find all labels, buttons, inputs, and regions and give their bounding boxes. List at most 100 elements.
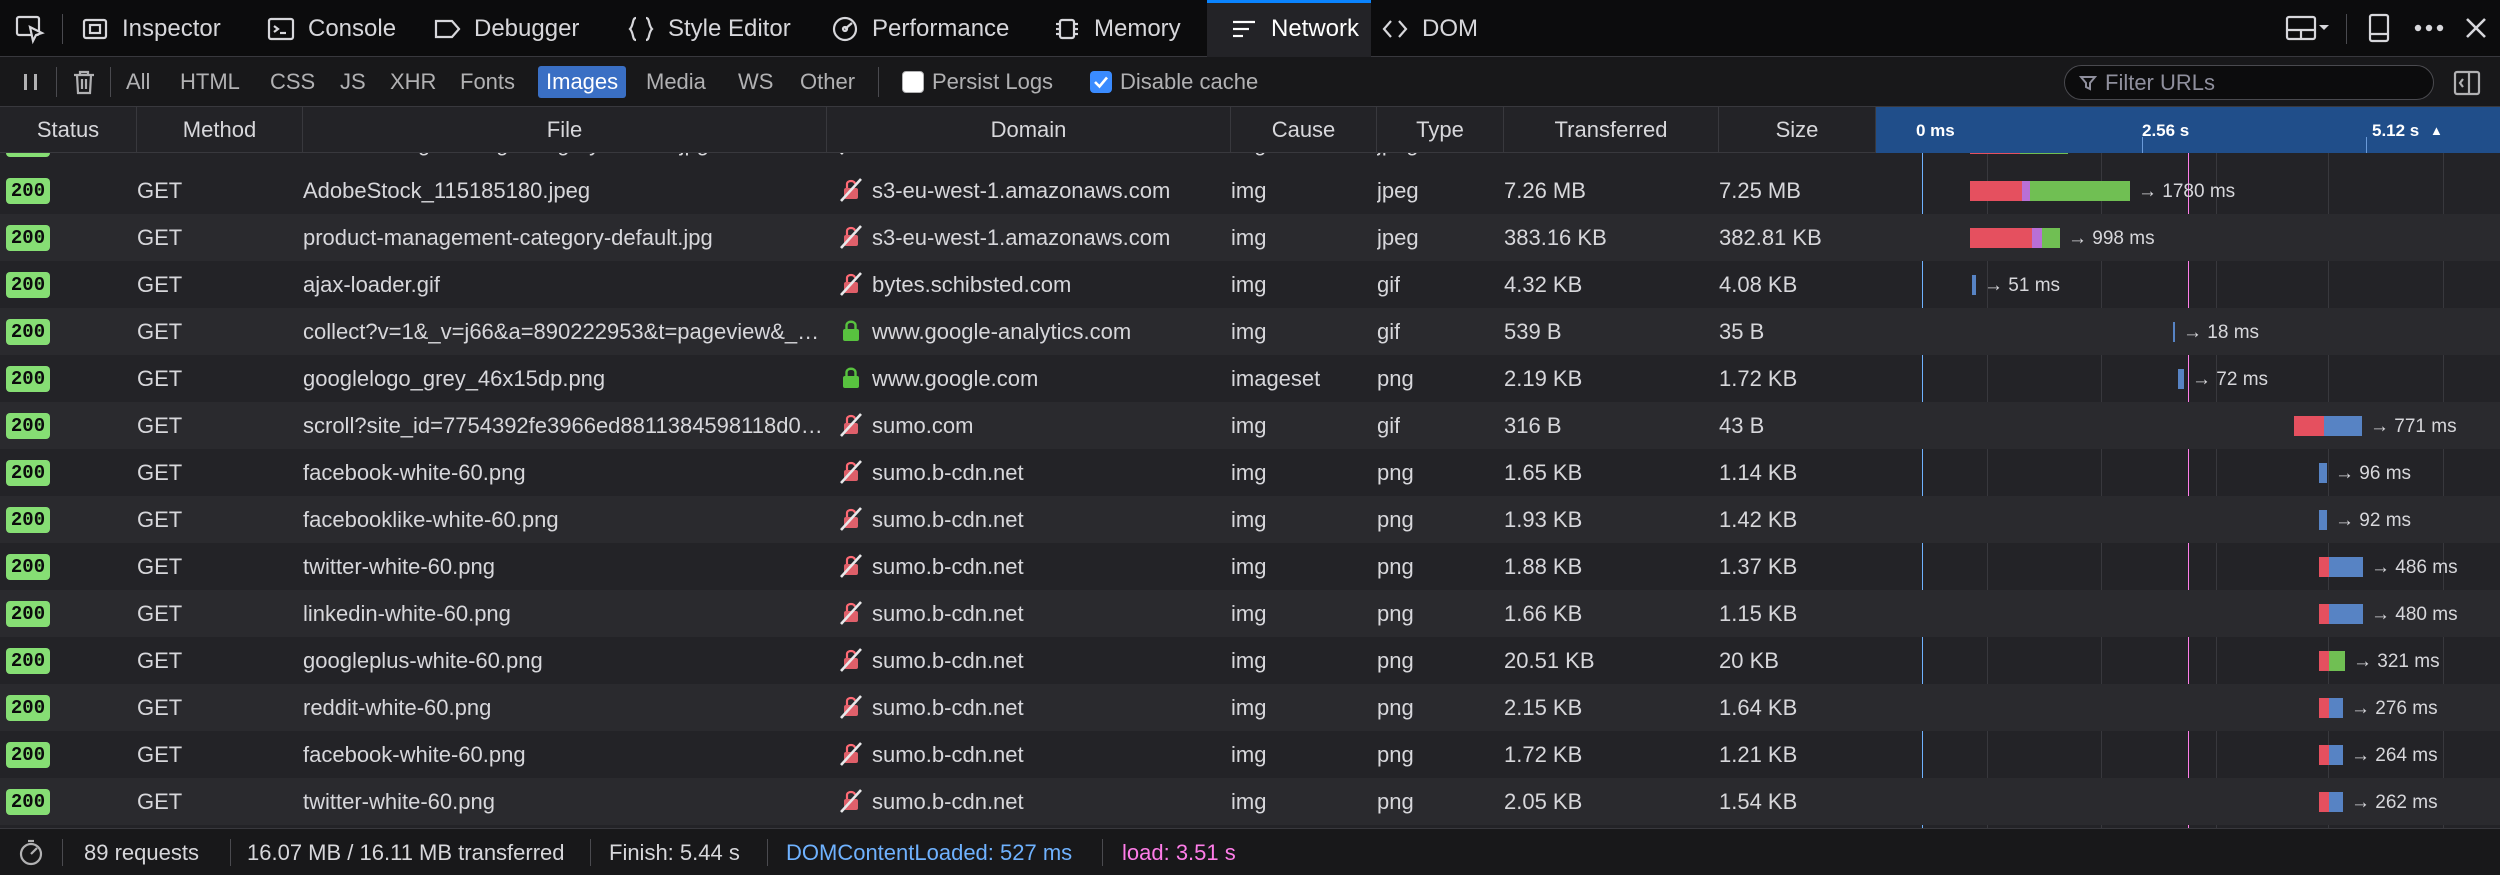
pause-recording-button[interactable]	[18, 69, 44, 100]
load-time: load: 3.51 s	[1122, 840, 1236, 865]
request-method: GET	[137, 554, 183, 579]
column-header-type[interactable]: Type	[1377, 107, 1504, 153]
divider	[590, 839, 591, 866]
tab-debugger[interactable]: Debugger	[432, 0, 602, 57]
column-header-method[interactable]: Method	[137, 107, 303, 153]
filter-html-button[interactable]: HTML	[172, 66, 248, 98]
tab-console[interactable]: Console	[266, 0, 416, 57]
insecure-lock-icon	[838, 788, 864, 814]
timing-segment	[1970, 181, 2022, 201]
request-row[interactable]: 200 GET twitter-white-60.png sumo.b-cdn.net…	[0, 543, 2500, 590]
filter-xhr-button[interactable]: XHR	[382, 66, 444, 98]
column-header-domain[interactable]: Domain	[827, 107, 1231, 153]
tab-label: Network	[1271, 14, 1360, 42]
trash-icon	[74, 70, 94, 95]
request-row[interactable]: 200 GET collect?v=1&_v=j66&a=890222953&t=p…	[0, 308, 2500, 355]
stopwatch-icon	[19, 839, 43, 866]
request-cause: img	[1231, 178, 1267, 203]
column-header-waterfall[interactable]: 0 ms 2.56 s 5.12 s ▲	[1876, 107, 2500, 153]
clear-button[interactable]	[70, 68, 98, 101]
request-row[interactable]: 200 GET googlelogo_grey_46x15dp.png www.goo…	[0, 355, 2500, 402]
disable-cache-checkbox[interactable]	[1090, 71, 1112, 93]
element-picker-button[interactable]	[14, 13, 46, 45]
insecure-lock-icon	[838, 741, 864, 767]
tab-style-editor[interactable]: Style Editor	[626, 0, 826, 57]
request-row[interactable]: 200 GET scroll?site_id=7754392fe3966ed8811…	[0, 402, 2500, 449]
waterfall-total-time: → 96 ms	[2335, 463, 2412, 484]
timing-segment	[2173, 322, 2175, 342]
filter-fonts-button[interactable]: Fonts	[452, 66, 523, 98]
filter-all-button[interactable]: All	[118, 66, 158, 98]
filter-media-button[interactable]: Media	[638, 66, 714, 98]
filter-images-button[interactable]: Images	[538, 66, 627, 98]
request-method: GET	[137, 225, 183, 250]
tab-network[interactable]: Network	[1207, 0, 1371, 57]
request-size: 43 B	[1719, 413, 1765, 438]
tab-inspector[interactable]: Inspector	[80, 0, 250, 57]
request-row[interactable]: 200 GET facebook-white-60.png sumo.b-cdn.ne…	[0, 449, 2500, 496]
request-method: GET	[137, 319, 183, 344]
insecure-lock-icon	[838, 153, 864, 156]
request-file: AdobeStock_115185180.jpeg	[303, 178, 591, 203]
request-method: GET	[137, 153, 182, 167]
status-badge: 200	[6, 789, 50, 815]
request-domain: sumo.b-cdn.net	[872, 601, 1024, 626]
persist-logs-checkbox[interactable]	[902, 71, 924, 93]
dom-content-loaded-time: DOMContentLoaded: 527 ms	[786, 840, 1073, 865]
request-transferred: 2.19 KB	[1504, 366, 1583, 391]
tab-label: Debugger	[474, 14, 580, 42]
dock-layout-icon	[2285, 15, 2329, 41]
timing-segment	[2032, 228, 2042, 248]
waterfall-total-time: → 1780 ms	[2138, 181, 2236, 202]
request-method: GET	[137, 648, 183, 673]
waterfall-total-time: → 998 ms	[2068, 228, 2155, 249]
responsive-design-button[interactable]	[2364, 12, 2394, 49]
performance-analysis-button[interactable]	[16, 838, 46, 874]
filter-ws-button[interactable]: WS	[730, 66, 781, 98]
tab-label: Style Editor	[668, 14, 791, 42]
close-toolbox-button[interactable]	[2460, 12, 2492, 49]
column-header-transferred[interactable]: Transferred	[1504, 107, 1719, 153]
filter-urls-input[interactable]	[2105, 68, 2425, 98]
request-size: 1.42 KB	[1719, 507, 1798, 532]
request-row[interactable]: 200 GET reddit-white-60.png sumo.b-cdn.net i…	[0, 684, 2500, 731]
timing-segment	[2178, 369, 2184, 389]
request-count: 89 requests	[84, 840, 199, 865]
request-file: scroll?site_id=7754392fe3966ed8811384598…	[303, 413, 823, 438]
dock-options-button[interactable]	[2284, 12, 2330, 49]
tab-performance[interactable]: Performance	[830, 0, 1052, 57]
filter-other-button[interactable]: Other	[792, 66, 863, 98]
waterfall-total-time: → 18 ms	[2183, 322, 2260, 343]
request-method: GET	[137, 272, 183, 297]
timing-segment	[2020, 153, 2068, 154]
request-transferred: 1.88 KB	[1504, 554, 1583, 579]
request-row[interactable]: 200 GET facebook-white-60.png sumo.b-cdn.ne…	[0, 731, 2500, 778]
request-row[interactable]: 200 GET linkedin-white-60.png sumo.b-cdn.ne…	[0, 590, 2500, 637]
tab-dom[interactable]: DOM	[1380, 0, 1490, 57]
request-row[interactable]: 200 GET ajax-loader.gif bytes.schibsted.com…	[0, 261, 2500, 308]
request-row[interactable]: 200 GET facebooklike-white-60.png sumo.b-cd…	[0, 496, 2500, 543]
column-header-size[interactable]: Size	[1719, 107, 1876, 153]
column-header-cause[interactable]: Cause	[1231, 107, 1377, 153]
request-transferred: 2.05 KB	[1504, 789, 1583, 814]
request-type: gif	[1377, 319, 1401, 344]
toggle-sidebar-button[interactable]	[2452, 68, 2482, 103]
column-header-status[interactable]: Status	[0, 107, 137, 153]
request-file: googlelogo_grey_46x15dp.png	[303, 366, 606, 391]
filter-js-button[interactable]: JS	[332, 66, 374, 98]
waterfall-bar	[2319, 510, 2327, 530]
more-options-button[interactable]	[2412, 12, 2446, 49]
request-row[interactable]: 200 GET AdobeStock_115185180.jpeg s3-eu-wes…	[0, 167, 2500, 214]
column-header-file[interactable]: File	[303, 107, 827, 153]
tab-memory[interactable]: Memory	[1052, 0, 1198, 57]
request-row[interactable]: 200 GET software-engineering-category-defa…	[0, 153, 2500, 167]
request-row[interactable]: 200 GET googleplus-white-60.png sumo.b-cdn.…	[0, 637, 2500, 684]
request-method: GET	[137, 507, 183, 532]
filter-css-button[interactable]: CSS	[262, 66, 323, 98]
waterfall-bar	[2319, 463, 2327, 483]
waterfall-total-time: → 92 ms	[2335, 510, 2412, 531]
request-method: GET	[137, 413, 183, 438]
waterfall-bar	[2294, 416, 2362, 436]
request-row[interactable]: 200 GET product-management-category-defaul…	[0, 214, 2500, 261]
request-row[interactable]: 200 GET twitter-white-60.png sumo.b-cdn.net…	[0, 778, 2500, 825]
